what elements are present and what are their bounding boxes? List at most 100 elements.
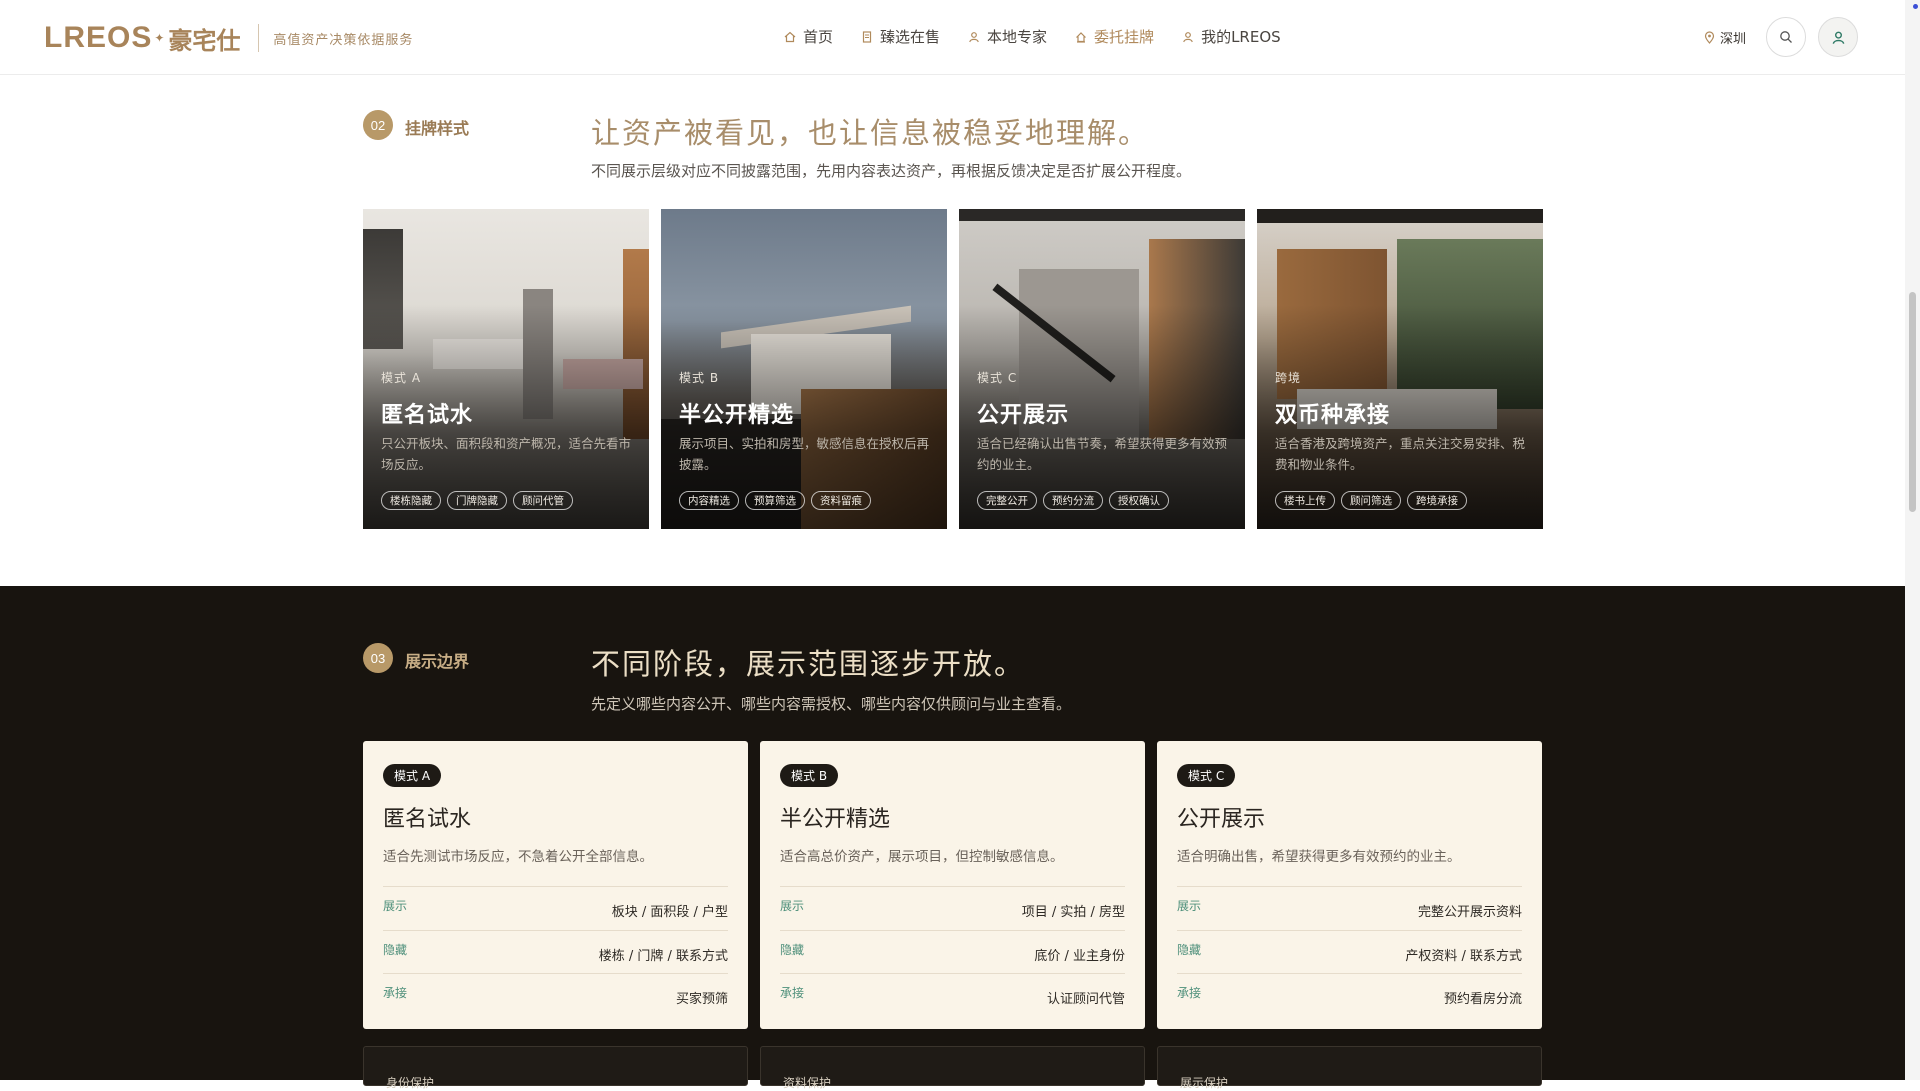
protect-card-display: 展示保护	[1157, 1046, 1542, 1090]
menu-item-my[interactable]: 我的LREOS	[1182, 26, 1281, 47]
card-title: 半公开精选	[679, 403, 795, 428]
section-number-badge: 03	[363, 643, 393, 673]
row-key: 隐藏	[780, 943, 805, 957]
row-key: 展示	[383, 899, 408, 913]
chip: 授权确认	[1109, 491, 1169, 510]
chip: 预算筛选	[745, 491, 805, 510]
mode-tag: 模式 A	[383, 764, 442, 787]
row-value: 完整公开展示资料	[1417, 905, 1522, 920]
card-mode: 模式 C	[977, 371, 1018, 385]
user-icon	[1183, 31, 1193, 42]
menu-label: 臻选在售	[880, 28, 941, 46]
section-label: 挂牌样式	[405, 119, 470, 138]
logo-cn: 豪宅仕	[168, 25, 241, 55]
boundary-row: 承接 买家预筛	[383, 973, 728, 1017]
row-key: 隐藏	[1177, 943, 1202, 957]
protect-card-label: 资料保护	[783, 1076, 832, 1090]
home-icon	[784, 31, 796, 42]
boundary-card-mode-b: 模式 B 半公开精选 适合高总价资产，展示项目，但控制敏感信息。 展示 项目 /…	[760, 741, 1145, 1029]
chip: 完整公开	[977, 491, 1037, 510]
location-pin-icon	[1704, 31, 1715, 44]
section-subtitle: 先定义哪些内容公开、哪些内容需授权、哪些内容仅供顾问与业主查看。	[591, 695, 1072, 713]
main-menu: 首页 臻选在售 本地专家 委托挂牌 我的LREOS	[784, 26, 1281, 47]
logo-divider	[258, 24, 260, 52]
row-key: 隐藏	[383, 943, 408, 957]
chip: 内容精选	[679, 491, 739, 510]
card-desc: 适合香港及跨境资产，重点关注交易安排、税费和物业条件。	[1275, 436, 1526, 472]
boundary-row: 隐藏 产权资料 / 联系方式	[1177, 930, 1522, 974]
row-value: 预约看房分流	[1443, 992, 1522, 1007]
boundary-row: 展示 项目 / 实拍 / 房型	[780, 886, 1125, 930]
listing-style-card-cross-border[interactable]: 跨境 双币种承接 适合香港及跨境资产，重点关注交易安排、税费和物业条件。 楼书上…	[1257, 209, 1543, 529]
mode-tag: 模式 B	[780, 764, 839, 787]
row-value: 产权资料 / 联系方式	[1405, 949, 1522, 964]
boundary-row: 隐藏 楼栋 / 门牌 / 联系方式	[383, 930, 728, 974]
card-desc: 展示项目、实拍和房型，敏感信息在授权后再披露。	[679, 436, 930, 472]
boundary-card-mode-a: 模式 A 匿名试水 适合先测试市场反应，不急着公开全部信息。 展示 板块 / 面…	[363, 741, 748, 1029]
boundary-row: 展示 完整公开展示资料	[1177, 886, 1522, 930]
card-desc: 适合已经确认出售节奏，希望获得更多有效预约的业主。	[977, 436, 1228, 472]
boundary-row: 承接 预约看房分流	[1177, 973, 1522, 1017]
card-title: 匿名试水	[381, 403, 474, 428]
card-chips: 楼栋隐藏 门牌隐藏 顾问代管	[381, 491, 573, 510]
row-value: 板块 / 面积段 / 户型	[611, 905, 728, 920]
city-selector[interactable]: 深圳	[1704, 28, 1746, 47]
card-mode: 模式 A	[381, 371, 422, 385]
card-desc: 适合明确出售，希望获得更多有效预约的业主。	[1177, 849, 1461, 865]
card-title: 双币种承接	[1275, 403, 1391, 428]
row-key: 承接	[1177, 986, 1202, 1000]
listing-style-card-semi-public[interactable]: 模式 B 半公开精选 展示项目、实拍和房型，敏感信息在授权后再披露。 内容精选 …	[661, 209, 947, 529]
menu-item-experts[interactable]: 本地专家	[968, 26, 1047, 47]
section-title: 不同阶段，展示范围逐步开放。	[591, 647, 1026, 681]
card-title: 匿名试水	[383, 807, 472, 832]
document-icon	[862, 30, 872, 43]
card-title: 半公开精选	[780, 807, 891, 832]
menu-label: 我的LREOS	[1201, 28, 1281, 46]
menu-item-home[interactable]: 首页	[784, 26, 833, 47]
listing-style-card-anonymous[interactable]: 模式 A 匿名试水 只公开板块、面积段和资产概况，适合先看市场反应。 楼栋隐藏 …	[363, 209, 649, 529]
scrollbar-thumb[interactable]	[1909, 292, 1916, 512]
chip: 预约分流	[1043, 491, 1103, 510]
boundary-row: 展示 板块 / 面积段 / 户型	[383, 886, 728, 930]
protect-card-label: 身份保护	[386, 1076, 435, 1090]
display-boundary-section: 03 展示边界 不同阶段，展示范围逐步开放。 先定义哪些内容公开、哪些内容需授权…	[0, 586, 1905, 1090]
card-mode: 跨境	[1275, 371, 1302, 385]
menu-label: 本地专家	[987, 28, 1048, 46]
city-label: 深圳	[1720, 32, 1747, 47]
row-key: 承接	[780, 986, 805, 1000]
boundary-card-mode-c: 模式 C 公开展示 适合明确出售，希望获得更多有效预约的业主。 展示 完整公开展…	[1157, 741, 1542, 1029]
boundary-row: 隐藏 底价 / 业主身份	[780, 930, 1125, 974]
row-value: 楼栋 / 门牌 / 联系方式	[598, 949, 728, 964]
row-value: 认证顾问代管	[1046, 992, 1125, 1007]
chip: 门牌隐藏	[447, 491, 507, 510]
logo-tagline: 高值资产决策依据服务	[273, 32, 414, 48]
card-desc: 适合先测试市场反应，不急着公开全部信息。	[383, 849, 653, 865]
protect-card-data: 资料保护	[760, 1046, 1145, 1090]
row-key: 承接	[383, 986, 408, 1000]
search-button[interactable]	[1766, 17, 1806, 57]
card-chips: 楼书上传 顾问筛选 跨境承接	[1275, 491, 1467, 510]
logo-star-icon: ✦	[154, 31, 165, 45]
logo-en: LREOS	[44, 21, 153, 54]
boundary-row: 承接 认证顾问代管	[780, 973, 1125, 1017]
card-chips: 内容精选 预算筛选 资料留痕	[679, 491, 871, 510]
scrollbar-track[interactable]	[1905, 0, 1920, 1080]
section-label: 展示边界	[405, 652, 470, 671]
listing-style-card-public[interactable]: 模式 C 公开展示 适合已经确认出售节奏，希望获得更多有效预约的业主。 完整公开…	[959, 209, 1245, 529]
chip: 资料留痕	[811, 491, 871, 510]
section-number-badge: 02	[363, 110, 393, 140]
mode-tag: 模式 C	[1177, 764, 1236, 787]
row-value: 项目 / 实拍 / 房型	[1021, 905, 1125, 920]
user-icon	[1832, 31, 1844, 44]
chip: 楼栋隐藏	[381, 491, 441, 510]
row-key: 展示	[1177, 899, 1202, 913]
menu-item-listing-entrust[interactable]: 委托挂牌	[1075, 26, 1154, 47]
card-title: 公开展示	[977, 403, 1070, 428]
logo[interactable]: LREOS ✦ 豪宅仕 高值资产决策依据服务	[44, 20, 413, 56]
card-mode: 模式 B	[679, 371, 720, 385]
search-icon	[1780, 31, 1792, 43]
menu-item-listings[interactable]: 臻选在售	[861, 26, 940, 47]
account-button[interactable]	[1818, 17, 1858, 57]
house-icon	[1076, 31, 1086, 43]
chip: 顾问筛选	[1341, 491, 1401, 510]
